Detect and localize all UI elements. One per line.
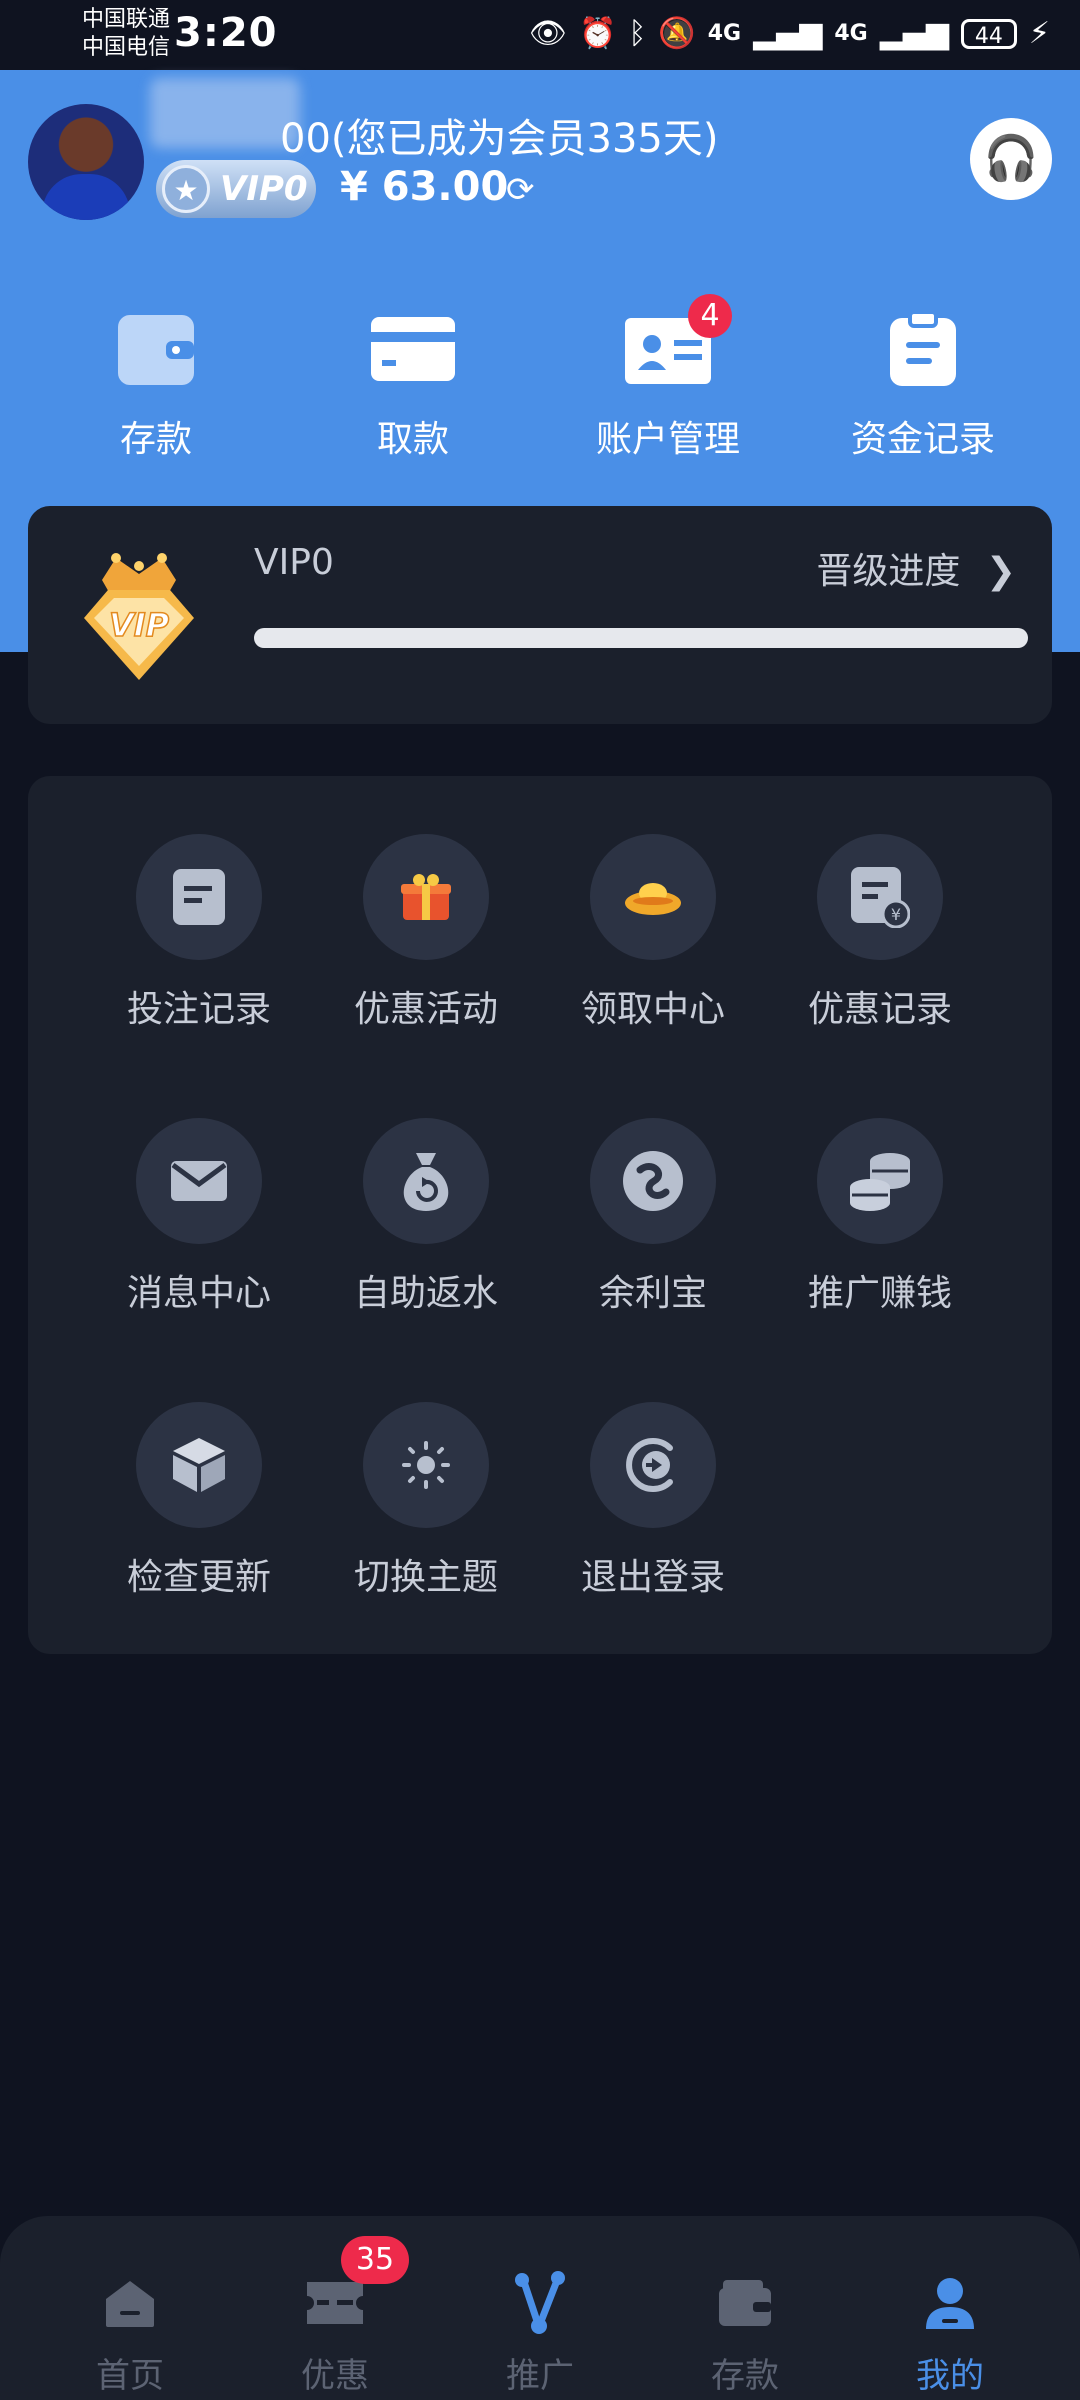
home-icon xyxy=(40,2270,220,2336)
nav-referral[interactable]: 推广 xyxy=(450,2270,630,2397)
bottom-navigation: 首页 优惠 35 推广 存款 我的 xyxy=(0,2216,1080,2400)
vip-progress-bar xyxy=(254,628,1028,648)
grid-item-label: 退出登录 xyxy=(580,1557,725,1598)
charging-icon: ⚡ xyxy=(1028,16,1050,51)
swirl-icon xyxy=(590,1118,716,1244)
quick-action-label: 存款 xyxy=(119,419,192,460)
svg-text:VIP: VIP xyxy=(109,606,170,644)
clock: 3:20 xyxy=(174,10,278,56)
grid-item-label: 优惠记录 xyxy=(807,989,952,1030)
refresh-icon[interactable]: ⟳ xyxy=(506,170,535,210)
nav-promotions[interactable]: 优惠 35 xyxy=(245,2236,425,2397)
vip-crown-emblem-icon: VIP xyxy=(64,536,214,686)
system-icons: 👁 ⏰ ᛒ 🔕 4G ▂▄▆ 4G ▂▄▆ 44 ⚡ xyxy=(529,16,1050,52)
wallet-icon xyxy=(655,2270,835,2336)
signal-bars-icon: ▂▄▆ xyxy=(753,16,823,51)
share-icon xyxy=(450,2270,630,2336)
signal-1-label: 4G xyxy=(707,21,742,46)
nav-deposit[interactable]: 存款 xyxy=(655,2270,835,2397)
nav-mine[interactable]: 我的 xyxy=(860,2270,1040,2397)
clipboard-icon xyxy=(878,310,968,388)
grid-item-label: 自助返水 xyxy=(353,1273,498,1314)
balance-amount: ¥ 63.00 xyxy=(340,164,509,210)
nav-label: 存款 xyxy=(711,2356,779,2396)
quick-action-account[interactable]: 账户管理 4 xyxy=(558,294,778,462)
carrier-names: 中国联通 中国电信 xyxy=(82,6,170,62)
bluetooth-icon: ᛒ xyxy=(628,16,647,51)
document-icon xyxy=(136,834,262,960)
customer-service-button[interactable]: 🎧 xyxy=(970,118,1052,200)
nav-label: 推广 xyxy=(506,2356,574,2396)
grid-item-switch-theme[interactable]: 切换主题 xyxy=(316,1402,536,1600)
coins-icon xyxy=(817,1118,943,1244)
quick-action-label: 账户管理 xyxy=(595,419,740,460)
vip-progress-card[interactable]: VIP VIP0 晋级进度 ❯ xyxy=(28,506,1052,724)
upgrade-progress-label: 晋级进度 xyxy=(816,551,961,592)
status-bar: 中国联通 中国电信 3:20 👁 ⏰ ᛒ 🔕 4G ▂▄▆ 4G ▂▄▆ 44 … xyxy=(0,0,1080,70)
headset-icon: 🎧 xyxy=(983,133,1039,184)
user-icon xyxy=(860,2270,1040,2336)
grid-item-label: 切换主题 xyxy=(353,1557,498,1598)
grid-item-promo-records[interactable]: ¥ 优惠记录 xyxy=(770,834,990,1032)
vip-level-label: VIP0 xyxy=(254,542,334,583)
envelope-icon xyxy=(136,1118,262,1244)
star-icon: ★ xyxy=(162,165,210,213)
quick-action-withdraw[interactable]: 取款 xyxy=(303,310,523,462)
grid-item-label: 领取中心 xyxy=(580,989,725,1030)
nav-home[interactable]: 首页 xyxy=(40,2270,220,2397)
gold-ingot-icon xyxy=(590,834,716,960)
nav-label: 优惠 xyxy=(301,2356,369,2396)
carrier-1: 中国联通 xyxy=(82,7,171,32)
card-icon xyxy=(368,310,458,388)
nav-label: 首页 xyxy=(96,2356,164,2396)
blurred-username xyxy=(150,78,300,148)
grid-item-label: 投注记录 xyxy=(126,989,271,1030)
quick-action-fund-records[interactable]: 资金记录 xyxy=(813,310,1033,462)
svg-text:¥: ¥ xyxy=(891,905,901,924)
logout-icon xyxy=(590,1402,716,1528)
vip-badge-label: VIP0 xyxy=(220,169,308,209)
grid-item-check-update[interactable]: 检查更新 xyxy=(89,1402,309,1600)
grid-item-label: 检查更新 xyxy=(126,1557,271,1598)
grid-item-referral[interactable]: 推广赚钱 xyxy=(770,1118,990,1316)
carrier-2: 中国电信 xyxy=(82,35,171,60)
quick-action-deposit[interactable]: 存款 xyxy=(46,310,266,462)
vip-badge[interactable]: ★ VIP0 xyxy=(156,160,316,218)
avatar[interactable] xyxy=(28,104,144,220)
alarm-icon: ⏰ xyxy=(579,16,617,51)
quick-action-label: 取款 xyxy=(376,419,449,460)
yen-document-icon: ¥ xyxy=(817,834,943,960)
grid-item-label: 余利宝 xyxy=(598,1273,707,1314)
grid-item-logout[interactable]: 退出登录 xyxy=(543,1402,763,1600)
chevron-right-icon: ❯ xyxy=(985,551,1016,592)
grid-item-messages[interactable]: 消息中心 xyxy=(89,1118,309,1316)
grid-item-label: 推广赚钱 xyxy=(807,1273,952,1314)
wallet-icon xyxy=(111,310,201,388)
grid-item-promotions[interactable]: 优惠活动 xyxy=(316,834,536,1032)
grid-item-label: 消息中心 xyxy=(126,1273,271,1314)
mute-icon: 🔕 xyxy=(658,16,696,51)
signal-2-label: 4G xyxy=(834,21,868,46)
cube-icon xyxy=(136,1402,262,1528)
signal-bars-icon: ▂▄▆ xyxy=(879,16,949,51)
notification-badge: 4 xyxy=(688,294,732,338)
eye-icon: 👁 xyxy=(528,16,568,51)
grid-item-label: 优惠活动 xyxy=(353,989,498,1030)
nav-label: 我的 xyxy=(916,2356,984,2396)
promotions-badge: 35 xyxy=(341,2236,409,2284)
gift-icon xyxy=(363,834,489,960)
battery-indicator: 44 xyxy=(960,19,1017,49)
grid-item-claim-center[interactable]: 领取中心 xyxy=(543,834,763,1032)
sun-icon xyxy=(363,1402,489,1528)
money-bag-icon xyxy=(363,1118,489,1244)
grid-item-bet-records[interactable]: 投注记录 xyxy=(89,834,309,1032)
function-grid-card: 投注记录 优惠活动 领取中心 ¥ 优惠记录 消息中心 自助返水 余利宝 推广赚钱… xyxy=(28,776,1052,1654)
upgrade-progress-link[interactable]: 晋级进度 ❯ xyxy=(816,542,1016,594)
grid-item-rebate[interactable]: 自助返水 xyxy=(316,1118,536,1316)
quick-action-label: 资金记录 xyxy=(850,419,995,460)
grid-item-yulibao[interactable]: 余利宝 xyxy=(543,1118,763,1316)
membership-text: 00(您已成为会员335天) xyxy=(280,116,719,162)
